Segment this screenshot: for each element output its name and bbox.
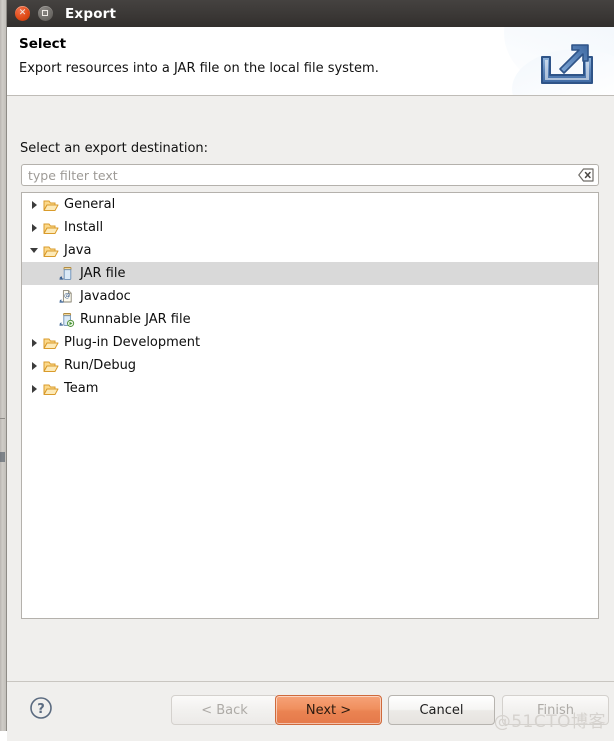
jar-file-icon bbox=[58, 266, 76, 281]
tree-item-general[interactable]: General bbox=[22, 193, 598, 216]
folder-icon bbox=[42, 198, 60, 212]
tree-item-label: General bbox=[64, 197, 116, 212]
chevron-right-icon[interactable] bbox=[26, 338, 42, 347]
help-icon[interactable]: ? bbox=[29, 696, 53, 720]
page-title: Select bbox=[19, 36, 67, 52]
chevron-right-icon[interactable] bbox=[26, 223, 42, 232]
clear-filter-icon[interactable] bbox=[578, 168, 594, 182]
export-wizard-icon bbox=[536, 35, 598, 93]
tree-item-label: Plug-in Development bbox=[64, 335, 201, 350]
back-button[interactable]: < Back bbox=[171, 695, 278, 725]
close-icon[interactable]: ✕ bbox=[15, 6, 30, 21]
tree-item-label: Runnable JAR file bbox=[80, 312, 191, 327]
tree-item-team[interactable]: Team bbox=[22, 377, 598, 400]
window-title: Export bbox=[65, 5, 117, 22]
export-dialog-window: ✕ Export Select Export resources into a … bbox=[6, 0, 614, 741]
folder-icon bbox=[42, 359, 60, 373]
wizard-banner: Select Export resources into a JAR file … bbox=[7, 27, 614, 96]
filter-row bbox=[21, 164, 599, 186]
folder-icon bbox=[42, 221, 60, 235]
cancel-button[interactable]: Cancel bbox=[388, 695, 495, 725]
folder-icon bbox=[42, 336, 60, 350]
title-bar: ✕ Export bbox=[7, 0, 614, 27]
finish-button[interactable]: Finish bbox=[502, 695, 609, 725]
destination-label: Select an export destination: bbox=[20, 141, 209, 156]
javadoc-icon: @ bbox=[58, 289, 76, 304]
page-description: Export resources into a JAR file on the … bbox=[19, 61, 379, 76]
tree-item-label: Install bbox=[64, 220, 104, 235]
tree-item-java[interactable]: Java bbox=[22, 239, 598, 262]
chevron-right-icon[interactable] bbox=[26, 200, 42, 209]
export-destination-tree[interactable]: General Install Java JAR file @ Javadoc … bbox=[21, 192, 599, 619]
tree-item-runnable-jar-file[interactable]: Runnable JAR file bbox=[22, 308, 598, 331]
background-strip-divider bbox=[0, 418, 5, 419]
screen: ✕ Export Select Export resources into a … bbox=[0, 0, 614, 741]
maximize-icon[interactable] bbox=[38, 6, 53, 21]
tree-item-run-debug[interactable]: Run/Debug bbox=[22, 354, 598, 377]
tree-item-label: Run/Debug bbox=[64, 358, 137, 373]
svg-text:?: ? bbox=[37, 702, 45, 717]
chevron-down-icon[interactable] bbox=[26, 248, 42, 253]
chevron-right-icon[interactable] bbox=[26, 384, 42, 393]
tree-item-plug-in-development[interactable]: Plug-in Development bbox=[22, 331, 598, 354]
dialog-button-bar: ? < Back Next > Cancel Finish @51CTO博客 bbox=[7, 681, 614, 741]
chevron-right-icon[interactable] bbox=[26, 361, 42, 370]
tree-item-label: Javadoc bbox=[80, 289, 131, 304]
folder-icon bbox=[42, 382, 60, 396]
folder-icon bbox=[42, 244, 60, 258]
next-button[interactable]: Next > bbox=[275, 695, 382, 725]
tree-item-javadoc[interactable]: @ Javadoc bbox=[22, 285, 598, 308]
tree-item-label: JAR file bbox=[80, 266, 126, 281]
tree-item-jar-file[interactable]: JAR file bbox=[22, 262, 598, 285]
background-strip-artifact bbox=[0, 452, 5, 462]
runnable-jar-icon bbox=[58, 312, 76, 327]
filter-input[interactable] bbox=[21, 164, 599, 186]
svg-text:@: @ bbox=[64, 291, 70, 299]
wizard-content: Select an export destination: type filte… bbox=[7, 96, 614, 741]
tree-item-label: Java bbox=[64, 243, 92, 258]
tree-item-install[interactable]: Install bbox=[22, 216, 598, 239]
tree-item-label: Team bbox=[64, 381, 99, 396]
